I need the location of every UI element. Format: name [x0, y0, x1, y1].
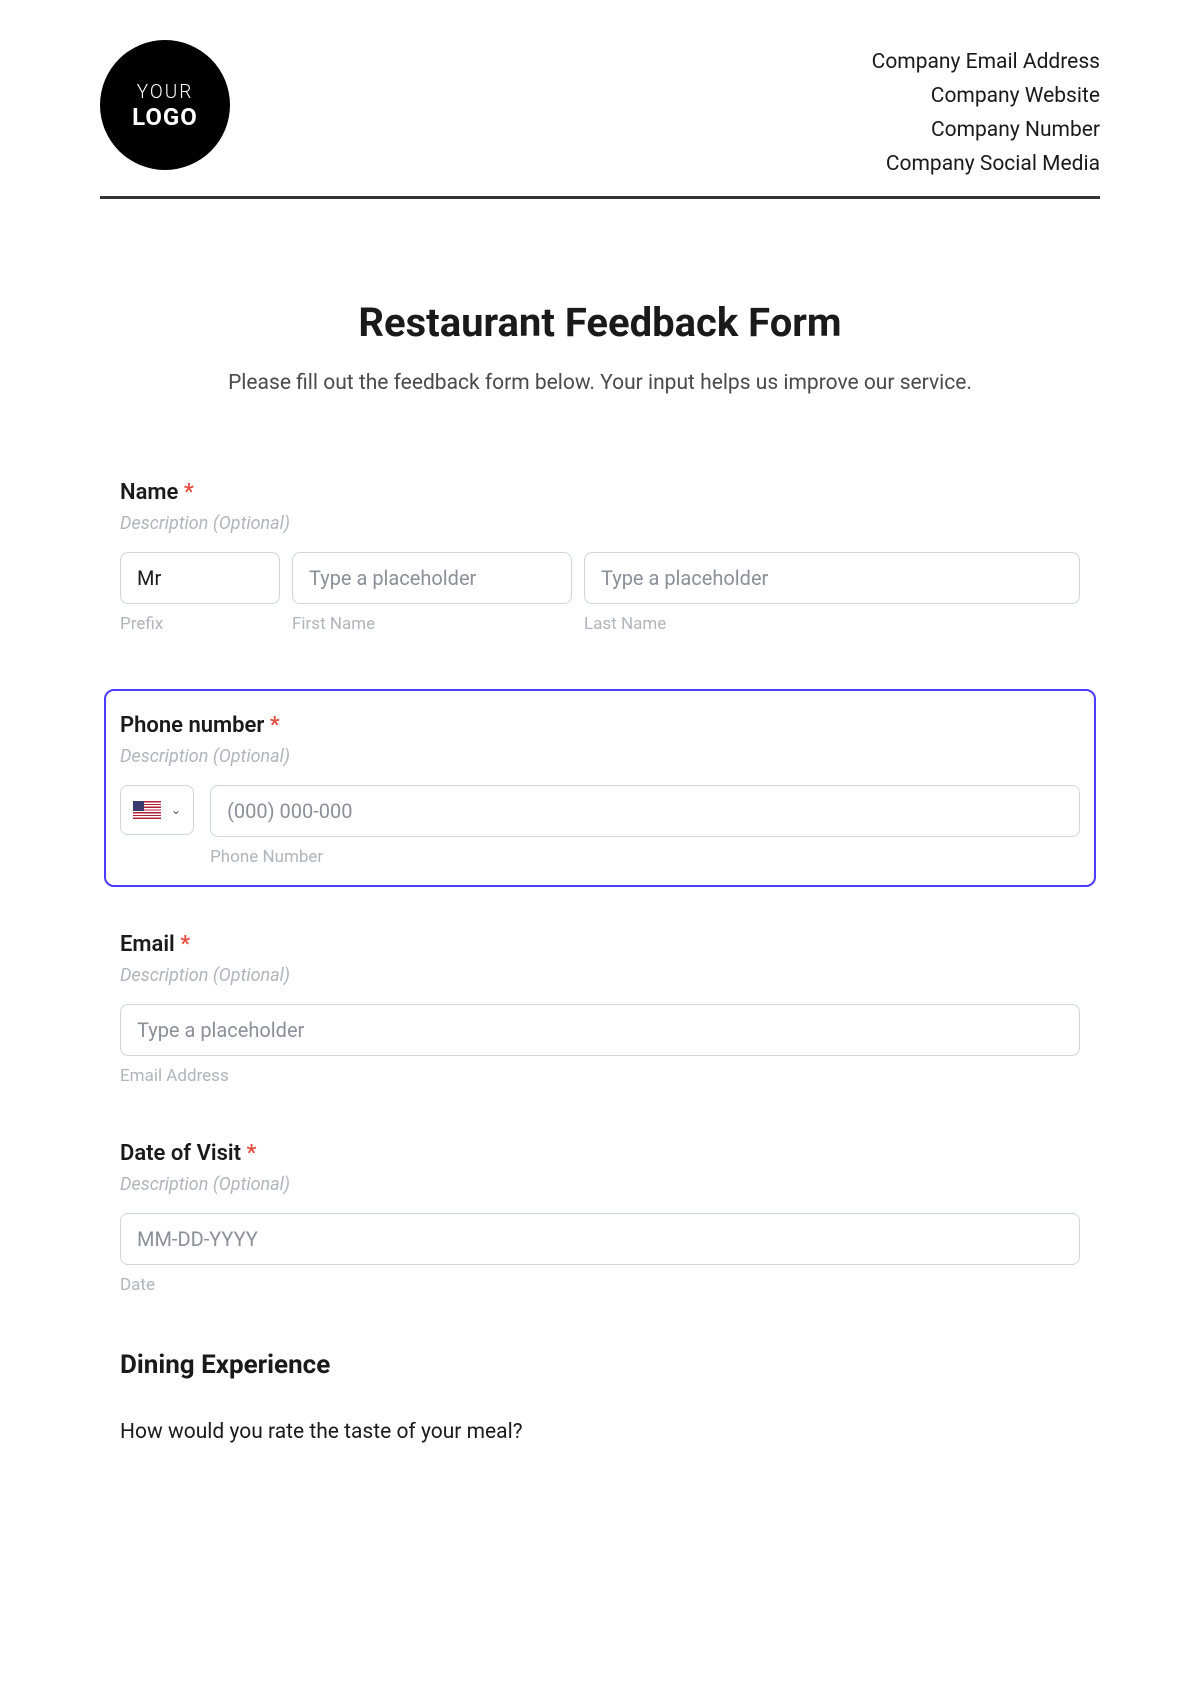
email-label: Email *	[120, 932, 1080, 957]
last-name-sublabel: Last Name	[584, 614, 1080, 634]
date-sublabel: Date	[120, 1275, 1080, 1295]
phone-number-input[interactable]	[210, 785, 1080, 837]
country-code-select[interactable]: ⌄	[120, 785, 194, 835]
form-container: Restaurant Feedback Form Please fill out…	[100, 299, 1100, 1444]
company-number: Company Number	[931, 118, 1100, 142]
first-name-input[interactable]	[292, 552, 572, 604]
date-field-block: Date of Visit * Description (Optional) D…	[110, 1141, 1090, 1295]
first-name-sublabel: First Name	[292, 614, 572, 634]
required-indicator: *	[184, 480, 194, 505]
logo-text-line2: LOGO	[132, 103, 198, 131]
email-description[interactable]: Description (Optional)	[120, 965, 1080, 986]
name-description[interactable]: Description (Optional)	[120, 513, 1080, 534]
logo-text-line1: YOUR	[137, 80, 194, 103]
phone-field-block: Phone number * Description (Optional) ⌄ …	[104, 689, 1096, 887]
dining-experience-heading: Dining Experience	[110, 1350, 1090, 1380]
date-label: Date of Visit *	[120, 1141, 1080, 1166]
company-social: Company Social Media	[886, 152, 1100, 176]
required-indicator: *	[246, 1141, 256, 1166]
prefix-input[interactable]	[120, 552, 280, 604]
email-sublabel: Email Address	[120, 1066, 1080, 1086]
required-indicator: *	[180, 932, 190, 957]
phone-description[interactable]: Description (Optional)	[120, 746, 1080, 767]
last-name-input[interactable]	[584, 552, 1080, 604]
company-website: Company Website	[931, 84, 1100, 108]
email-input[interactable]	[120, 1004, 1080, 1056]
phone-label: Phone number *	[120, 713, 1080, 738]
name-field-block: Name * Description (Optional) Prefix Fir…	[110, 480, 1090, 634]
prefix-sublabel: Prefix	[120, 614, 280, 634]
email-field-block: Email * Description (Optional) Email Add…	[110, 932, 1090, 1086]
logo: YOUR LOGO	[100, 40, 230, 170]
phone-sublabel: Phone Number	[210, 847, 1080, 867]
date-input[interactable]	[120, 1213, 1080, 1265]
name-label: Name *	[120, 480, 1080, 505]
chevron-down-icon: ⌄	[171, 803, 181, 817]
us-flag-icon	[133, 801, 161, 819]
form-title: Restaurant Feedback Form	[110, 299, 1090, 346]
question-taste: How would you rate the taste of your mea…	[110, 1420, 1090, 1444]
form-subtitle: Please fill out the feedback form below.…	[110, 371, 1090, 395]
company-email: Company Email Address	[872, 50, 1100, 74]
company-info: Company Email Address Company Website Co…	[872, 40, 1100, 176]
required-indicator: *	[270, 713, 280, 738]
header: YOUR LOGO Company Email Address Company …	[100, 40, 1100, 199]
date-description[interactable]: Description (Optional)	[120, 1174, 1080, 1195]
